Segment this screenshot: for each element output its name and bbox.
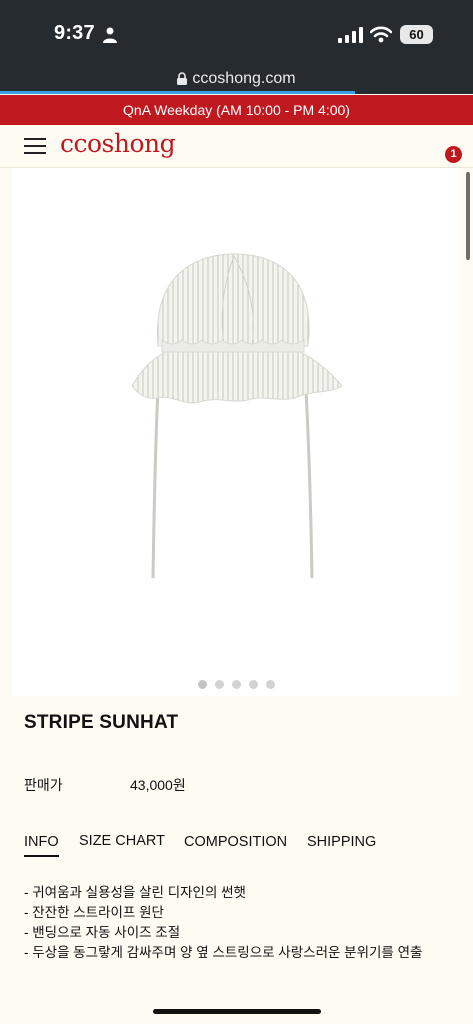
carousel-dot[interactable] [265,680,275,689]
product-title: STRIPE SUNHAT [24,712,179,733]
notice-banner: QnA Weekday (AM 10:00 - PM 4:00) [0,95,473,125]
menu-icon[interactable] [24,138,46,154]
product-description: - 귀여움과 실용성을 살린 디자인의 썬햇 - 잔잔한 스트라이프 원단 - … [24,883,422,963]
tab-shipping[interactable]: SHIPPING [307,834,376,850]
status-bar: 9:37 60 [0,0,473,66]
description-line: - 밴딩으로 자동 사이즈 조절 [24,925,181,940]
browser-url-bar[interactable]: ccoshong.com [0,66,473,94]
carousel-dot[interactable] [214,680,224,689]
site-header: ccoshong 1 [0,125,473,168]
status-time: 9:37 [54,22,95,44]
product-image-carousel[interactable] [12,168,460,696]
carousel-dot[interactable] [197,680,207,689]
battery-indicator: 60 [400,25,433,44]
description-line: - 귀여움과 실용성을 살린 디자인의 썬햇 [24,885,246,900]
price-value: 43,000원 [130,777,186,793]
carousel-dot[interactable] [231,680,241,689]
cellular-signal-icon [338,27,363,43]
person-icon [103,27,117,43]
product-image [131,253,343,579]
site-logo[interactable]: ccoshong [60,129,176,158]
tab-info[interactable]: INFO [24,834,59,857]
tab-composition[interactable]: COMPOSITION [184,834,287,850]
tab-size-chart[interactable]: SIZE CHART [79,833,165,849]
price-label: 판매가 [24,777,63,793]
page-load-progress [0,91,355,94]
url-text: ccoshong.com [192,70,296,87]
cart-count-badge[interactable]: 1 [445,146,462,163]
page-scrollbar[interactable] [466,172,470,260]
carousel-indicator [12,676,460,694]
home-indicator[interactable] [153,1009,321,1014]
carousel-dot[interactable] [248,680,258,689]
lock-icon [177,72,188,85]
description-line: - 두상을 동그랗게 감싸주며 양 옆 스트링으로 사랑스러운 분위기를 연출 [24,945,423,960]
wifi-icon [370,26,392,43]
description-line: - 잔잔한 스트라이프 원단 [24,905,164,920]
